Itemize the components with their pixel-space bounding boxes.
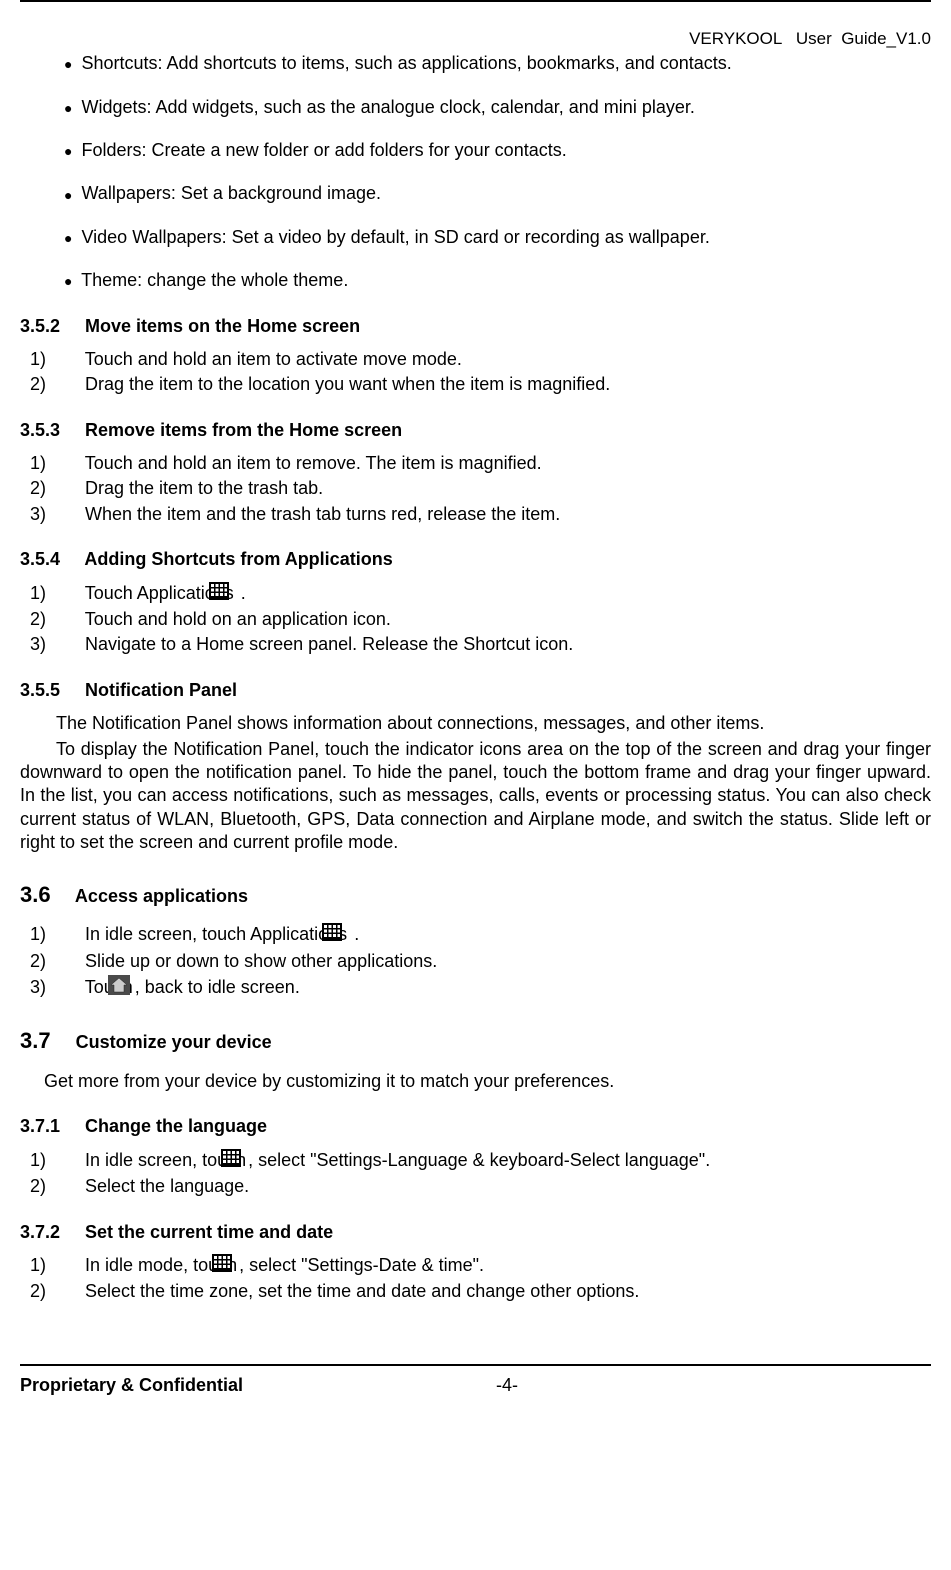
list-text: Slide up or down to show other applicati… [85,951,437,971]
para-block-355: The Notification Panel shows information… [20,712,931,854]
list-num: 1) [56,452,80,475]
bullet-text: Folders: Create a new folder or add fold… [81,140,566,160]
list-item: 1) Touch and hold an item to remove. The… [44,452,931,475]
list-num: 2) [56,1175,80,1198]
heading-355: 3.5.5 Notification Panel [20,679,931,702]
list-352: 1) Touch and hold an item to activate mo… [44,348,931,397]
paragraph: Get more from your device by customizing… [44,1070,931,1093]
list-item: 3) Navigate to a Home screen panel. Rele… [44,633,931,656]
list-num: 2) [56,950,80,973]
list-num: 2) [56,373,80,396]
list-num: 1) [56,1254,80,1277]
list-item: 1) Touch and hold an item to activate mo… [44,348,931,371]
list-item: 1) In idle screen, touch, select "Settin… [44,1149,931,1173]
heading-371: 3.7.1 Change the language [20,1115,931,1138]
list-num: 2) [56,477,80,500]
list-text-post: , back to idle screen. [135,977,300,997]
list-text: Select the time zone, set the time and d… [85,1281,639,1301]
bullet-text: Shortcuts: Add shortcuts to items, such … [81,53,731,73]
bullet-icon: ● [64,229,72,247]
list-item: 2) Drag the item to the trash tab. [44,477,931,500]
heading-372: 3.7.2 Set the current time and date [20,1221,931,1244]
heading-354: 3.5.4 Adding Shortcuts from Applications [20,548,931,571]
list-item: 2) Select the language. [44,1175,931,1198]
list-text: When the item and the trash tab turns re… [85,504,560,524]
list-num: 1) [56,582,80,605]
page-footer: Proprietary & Confidential -4- [20,1364,931,1397]
bullet-icon: ● [64,186,72,204]
paragraph-text: To display the Notification Panel, touch… [20,739,931,853]
heading-36: 3.6 Access applications [20,881,931,910]
list-num: 3) [56,633,80,656]
list-item: 2) Slide up or down to show other applic… [44,950,931,973]
paragraph: To display the Notification Panel, touch… [20,738,931,855]
paragraph: The Notification Panel shows information… [20,712,931,735]
list-num: 1) [56,923,80,946]
bullet-text: Video Wallpapers: Set a video by default… [81,227,709,247]
list-text-pre: In idle screen, touch Applications [85,924,347,944]
list-text: Touch and hold on an application icon. [85,609,391,629]
list-text: Touch and hold an item to remove. The it… [85,453,542,473]
list-text-post: , select "Settings-Language & keyboard-S… [248,1150,710,1170]
list-text: Drag the item to the trash tab. [85,478,323,498]
list-text: Navigate to a Home screen panel. Release… [85,634,573,654]
list-text: Drag the item to the location you want w… [85,374,610,394]
bullet-text: Widgets: Add widgets, such as the analog… [81,97,694,117]
list-num: 1) [56,348,80,371]
list-text-post: . [236,583,246,603]
list-item: 1) In idle screen, touch Applications . [44,923,931,947]
header-title: VERYKOOL User Guide_V1.0 [689,29,931,48]
bullet-item: ● Widgets: Add widgets, such as the anal… [64,96,931,119]
bullet-list: ● Shortcuts: Add shortcuts to items, suc… [64,52,931,292]
list-text: Touch and hold an item to activate move … [85,349,462,369]
heading-37: 3.7 Customize your device [20,1027,931,1056]
bullet-item: ● Shortcuts: Add shortcuts to items, suc… [64,52,931,75]
footer-left: Proprietary & Confidential [20,1374,243,1397]
heading-353: 3.5.3 Remove items from the Home screen [20,419,931,442]
list-item: 1) In idle mode, touch, select "Settings… [44,1254,931,1278]
bullet-item: ● Theme: change the whole theme. [64,269,931,292]
heading-title: Access applications [51,886,248,906]
list-item: 2) Drag the item to the location you wan… [44,373,931,396]
bullet-item: ● Wallpapers: Set a background image. [64,182,931,205]
bullet-item: ● Folders: Create a new folder or add fo… [64,139,931,162]
bullet-icon: ● [64,272,72,290]
list-item: 1) Touch Applications . [44,582,931,606]
bullet-icon: ● [64,142,72,160]
list-num: 3) [56,976,80,999]
list-354: 1) Touch Applications . 2) Touch and hol… [44,582,931,657]
list-item: 2) Touch and hold on an application icon… [44,608,931,631]
list-num: 2) [56,608,80,631]
list-item: 2) Select the time zone, set the time an… [44,1280,931,1303]
bullet-icon: ● [64,55,72,73]
bullet-text: Theme: change the whole theme. [81,270,348,290]
bullet-text: Wallpapers: Set a background image. [81,183,381,203]
list-text-post: , select "Settings-Date & time". [239,1255,484,1275]
list-item: 3) Touch, back to idle screen. [44,975,931,1001]
footer-page-num: -4- [496,1375,518,1395]
bullet-icon: ● [64,99,72,117]
list-36: 1) In idle screen, touch Applications . … [44,923,931,1001]
list-text-post: . [349,924,359,944]
list-num: 1) [56,1149,80,1172]
list-item: 3) When the item and the trash tab turns… [44,503,931,526]
heading-num: 3.6 [20,882,51,907]
list-num: 3) [56,503,80,526]
list-372: 1) In idle mode, touch, select "Settings… [44,1254,931,1304]
heading-title: Customize your device [51,1032,272,1052]
list-353: 1) Touch and hold an item to remove. The… [44,452,931,526]
page-header: VERYKOOL User Guide_V1.0 [20,0,931,50]
list-num: 2) [56,1280,80,1303]
heading-352: 3.5.2 Move items on the Home screen [20,315,931,338]
bullet-item: ● Video Wallpapers: Set a video by defau… [64,226,931,249]
list-371: 1) In idle screen, touch, select "Settin… [44,1149,931,1199]
footer-page: -4- [243,1374,931,1397]
list-text: Select the language. [85,1176,249,1196]
heading-num: 3.7 [20,1028,51,1053]
